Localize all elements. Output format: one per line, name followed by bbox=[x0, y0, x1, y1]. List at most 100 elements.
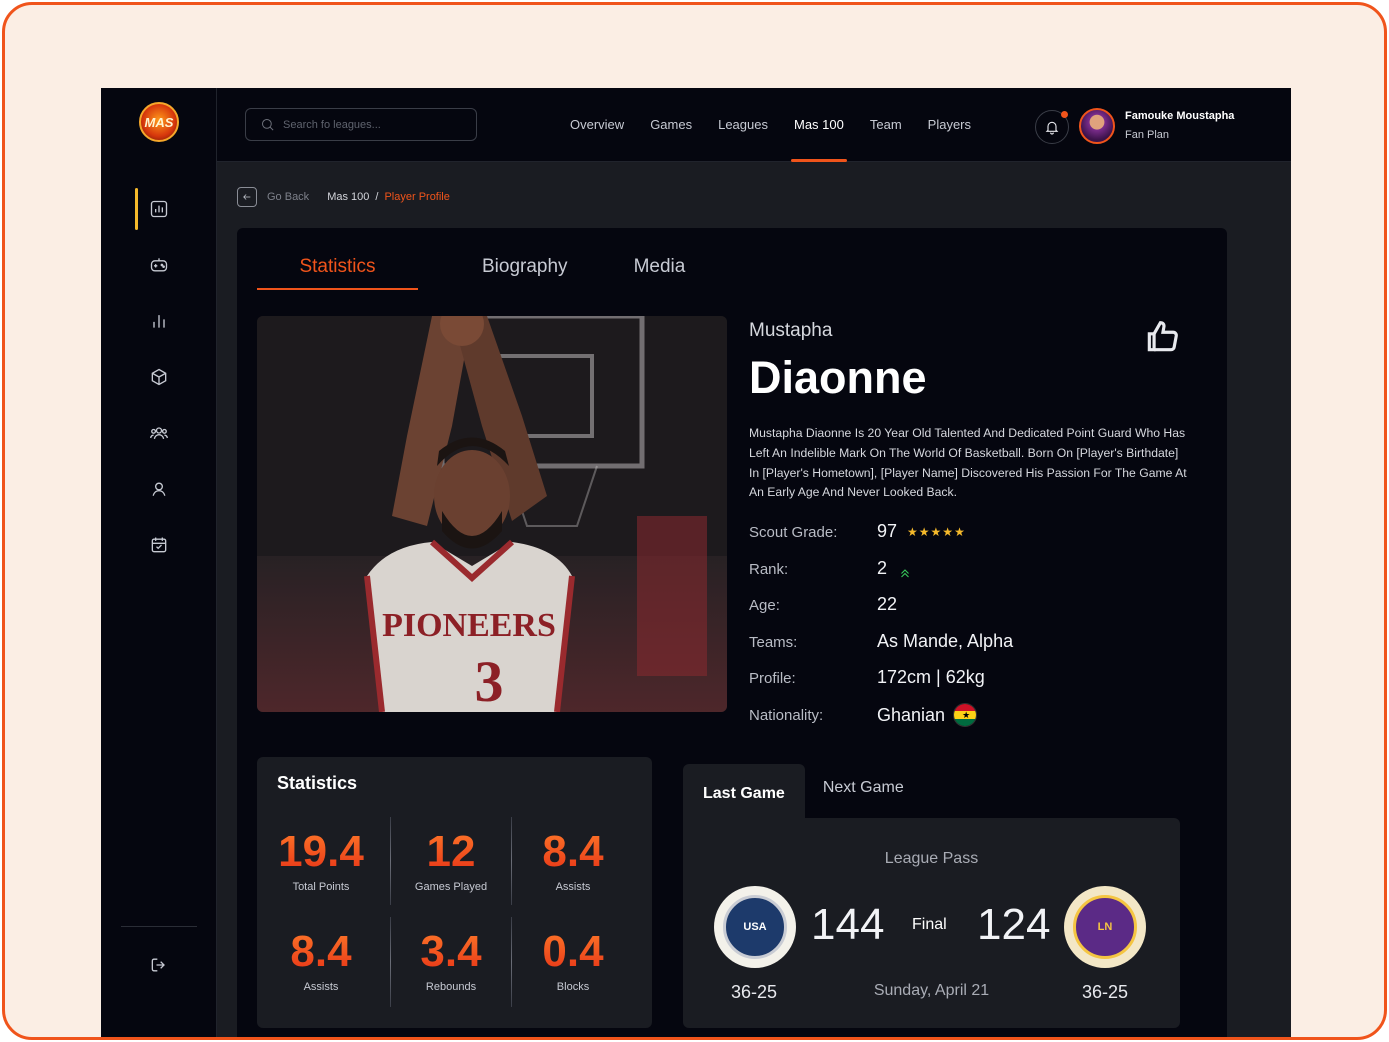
logout-button[interactable] bbox=[137, 943, 181, 987]
nationality-value-row: Ghanian ★ bbox=[877, 703, 978, 727]
sidebar-item-leagues[interactable] bbox=[137, 355, 181, 399]
scout-grade-value: 97 bbox=[877, 521, 898, 541]
avatar[interactable] bbox=[1079, 108, 1115, 144]
stat-assists: 8.4 Assists bbox=[512, 827, 634, 893]
stat-assists-2: 8.4 Assists bbox=[260, 927, 382, 993]
user-plan: Fan Plan bbox=[1125, 129, 1170, 141]
breadcrumb-current: Player Profile bbox=[384, 191, 450, 203]
nav-overview[interactable]: Overview bbox=[557, 88, 637, 162]
stat-divider bbox=[511, 917, 512, 1007]
ghana-flag-icon: ★ bbox=[953, 703, 978, 727]
nationality-value: Ghanian bbox=[877, 704, 946, 725]
go-back-link[interactable]: Go Back bbox=[267, 191, 309, 203]
bar-chart-icon bbox=[153, 315, 165, 328]
player-last-name: Diaonne bbox=[749, 352, 927, 403]
rank-value: 2 bbox=[877, 558, 888, 578]
player-bio: Mustapha Diaonne Is 20 Year Old Talented… bbox=[749, 426, 1187, 500]
usa-basketball-logo: USA bbox=[723, 895, 787, 959]
game-panel: League Pass USA 144 Final 124 LN 36-25 S… bbox=[683, 818, 1180, 1028]
stat-value: 3.4 bbox=[390, 927, 512, 977]
sidebar-item-dashboard[interactable] bbox=[137, 187, 181, 231]
stat-divider bbox=[390, 817, 391, 905]
stat-value: 8.4 bbox=[512, 827, 634, 877]
sidebar-item-games[interactable] bbox=[137, 243, 181, 287]
profile-value: 172cm | 62kg bbox=[877, 667, 985, 687]
player-photo: PIONEERS 3 bbox=[257, 316, 727, 712]
game-tabs: Last Game Next Game bbox=[683, 764, 922, 818]
breadcrumb: Go Back Mas 100 / Player Profile bbox=[237, 187, 450, 207]
stat-label: Total Points bbox=[292, 881, 350, 893]
tab-last-game[interactable]: Last Game bbox=[683, 764, 805, 818]
team-icon bbox=[150, 427, 168, 439]
rank-label: Rank: bbox=[749, 561, 789, 578]
game-status: Final bbox=[912, 916, 947, 933]
search-box[interactable] bbox=[245, 108, 477, 141]
calendar-icon bbox=[151, 537, 167, 553]
stat-games-played: 12 Games Played bbox=[390, 827, 512, 893]
sidebar-divider bbox=[121, 926, 197, 927]
stat-label: Assists bbox=[555, 881, 591, 893]
nav-mas-100[interactable]: Mas 100 bbox=[781, 88, 857, 162]
jersey-number: 3 bbox=[475, 649, 504, 712]
statistics-panel: Statistics 19.4 Total Points 12 Games Pl… bbox=[257, 757, 652, 1028]
stat-label: Rebounds bbox=[425, 981, 477, 993]
jersey-team-text: PIONEERS bbox=[382, 607, 556, 644]
tab-biography[interactable]: Biography bbox=[482, 248, 568, 290]
tab-statistics[interactable]: Statistics bbox=[257, 248, 418, 290]
main-nav: Overview Games Leagues Mas 100 Team Play… bbox=[557, 88, 984, 162]
stat-value: 12 bbox=[390, 827, 512, 877]
stat-divider bbox=[390, 917, 391, 1007]
stat-value: 0.4 bbox=[512, 927, 634, 977]
back-button[interactable] bbox=[237, 187, 257, 207]
nav-players[interactable]: Players bbox=[915, 88, 984, 162]
league-name: League Pass bbox=[884, 850, 979, 867]
tab-media[interactable]: Media bbox=[634, 248, 686, 290]
sidebar-item-team[interactable] bbox=[137, 411, 181, 455]
nav-games[interactable]: Games bbox=[637, 88, 705, 162]
nationality-label: Nationality: bbox=[749, 707, 824, 724]
basketball-icon bbox=[151, 368, 167, 386]
sidebar-item-calendar[interactable] bbox=[137, 523, 181, 567]
stat-label: Blocks bbox=[556, 981, 590, 993]
search-input[interactable] bbox=[283, 118, 463, 131]
notifications-button[interactable] bbox=[1035, 110, 1069, 144]
dashboard-icon bbox=[150, 200, 168, 218]
bell-icon bbox=[1045, 121, 1059, 135]
age-label: Age: bbox=[749, 597, 780, 614]
gamepad-icon bbox=[150, 258, 168, 272]
profile-label: Profile: bbox=[749, 670, 796, 687]
like-button[interactable] bbox=[1143, 318, 1183, 358]
nav-team[interactable]: Team bbox=[857, 88, 915, 162]
top-bar: Overview Games Leagues Mas 100 Team Play… bbox=[217, 88, 1291, 162]
sidebar: MAS bbox=[101, 88, 217, 1037]
home-score: 144 bbox=[811, 900, 885, 949]
user-name: Famouke Moustapha bbox=[1125, 110, 1235, 122]
sidebar-item-stats[interactable] bbox=[137, 299, 181, 343]
away-score: 124 bbox=[977, 900, 1051, 949]
breadcrumb-mas-100[interactable]: Mas 100 bbox=[327, 191, 369, 203]
app-window: MAS Search fo leagues... Overview Games … bbox=[101, 88, 1291, 1037]
home-team-logo: USA bbox=[714, 886, 796, 968]
player-profile-card: Statistics Biography Media PIONEERS 3 Mu… bbox=[237, 228, 1227, 1037]
age-value: 22 bbox=[877, 594, 898, 614]
statistics-title: Statistics bbox=[277, 773, 358, 793]
sidebar-item-players[interactable] bbox=[137, 467, 181, 511]
stat-label: Games Played bbox=[414, 881, 488, 893]
stat-label: Assists bbox=[303, 981, 339, 993]
tab-next-game[interactable]: Next Game bbox=[805, 764, 922, 818]
app-logo[interactable]: MAS bbox=[139, 102, 179, 142]
stat-blocks: 0.4 Blocks bbox=[512, 927, 634, 993]
notification-dot bbox=[1061, 111, 1068, 118]
nav-leagues[interactable]: Leagues bbox=[705, 88, 781, 162]
stat-value: 19.4 bbox=[260, 827, 382, 877]
player-icon bbox=[152, 482, 166, 496]
arrow-left-icon bbox=[243, 194, 251, 200]
outer-frame: MAS Search fo leagues... Overview Games … bbox=[2, 2, 1387, 1040]
stat-value: 8.4 bbox=[260, 927, 382, 977]
away-team-logo: LN bbox=[1064, 886, 1146, 968]
away-record: 36-25 bbox=[1082, 982, 1129, 1002]
stat-rebounds: 3.4 Rebounds bbox=[390, 927, 512, 993]
search-icon bbox=[262, 119, 274, 131]
rank-up-icon bbox=[899, 563, 911, 577]
player-illustration: PIONEERS 3 bbox=[257, 316, 727, 712]
